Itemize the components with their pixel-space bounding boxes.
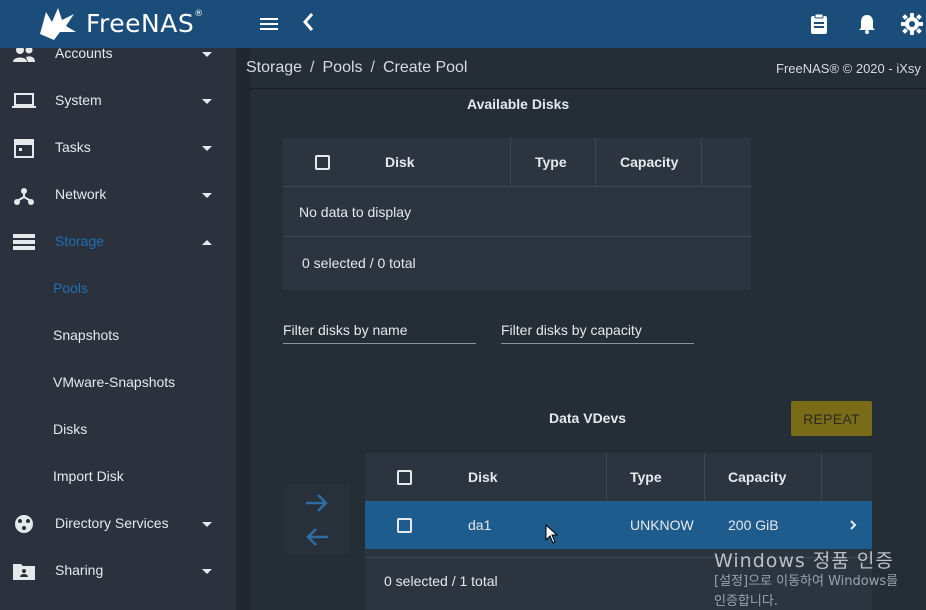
chevron-left-icon[interactable] (302, 12, 314, 38)
breadcrumb-storage[interactable]: Storage (246, 59, 302, 76)
row-divider (283, 186, 751, 187)
available-disks-table: Disk Type Capacity No data to display 0 … (283, 138, 751, 290)
mouse-cursor-icon (545, 524, 559, 544)
sidebar-item-label: Accounts (55, 48, 113, 61)
sidebar-item-label: Tasks (55, 139, 91, 155)
filter-disks-capacity-input[interactable]: Filter disks by capacity (501, 322, 642, 338)
chevron-down-icon (202, 193, 212, 198)
sidebar: Accounts System Tasks Network Storage Po… (0, 48, 236, 610)
sidebar-item-label: Network (55, 186, 107, 202)
copyright: FreeNAS® © 2020 - iXsy (776, 61, 921, 76)
freenas-logo[interactable]: FreeNAS® (36, 4, 204, 42)
sidebar-item-label: Storage (55, 233, 105, 249)
sidebar-subitem-disks[interactable]: Disks (53, 421, 87, 437)
column-header-capacity[interactable]: Capacity (620, 154, 678, 170)
column-divider (704, 453, 705, 501)
sidebar-item-sharing[interactable]: Sharing (0, 551, 236, 591)
laptop-icon (12, 93, 36, 108)
divider (250, 88, 926, 89)
capacity-cell: 200 GiB (728, 517, 779, 533)
chevron-down-icon (202, 146, 212, 151)
type-cell: UNKNOW (630, 517, 694, 533)
sidebar-item-label: Directory Services (55, 515, 169, 531)
breadcrumb: Storage / Pools / Create Pool (246, 59, 467, 77)
sidebar-item-storage[interactable]: Storage (0, 222, 236, 262)
sidebar-subitem-vmware-snapshots[interactable]: VMware-Snapshots (53, 374, 175, 390)
column-divider (606, 453, 607, 501)
column-divider (595, 138, 596, 186)
filter-disks-name-input[interactable]: Filter disks by name (283, 322, 407, 338)
storage-icon (13, 234, 35, 250)
calendar-icon (14, 139, 34, 158)
select-all-checkbox[interactable] (315, 155, 330, 170)
sidebar-item-tasks[interactable]: Tasks (0, 128, 236, 168)
breadcrumb-separator: / (370, 59, 375, 76)
row-divider (283, 236, 751, 237)
breadcrumb-pools[interactable]: Pools (323, 59, 363, 76)
chevron-down-icon (202, 569, 212, 574)
chevron-up-icon (202, 240, 212, 245)
hamburger-icon[interactable] (260, 15, 280, 33)
column-divider (701, 138, 702, 186)
sidebar-subitem-pools[interactable]: Pools (53, 280, 88, 296)
column-header-disk[interactable]: Disk (385, 154, 415, 170)
sidebar-item-network[interactable]: Network (0, 175, 236, 215)
freenas-logo-icon (40, 8, 76, 40)
sidebar-item-label: System (55, 92, 102, 108)
row-checkbox[interactable] (397, 518, 412, 533)
top-bar: FreeNAS® (0, 0, 926, 48)
selection-count: 0 selected / 1 total (384, 573, 498, 589)
sidebar-subitem-import-disk[interactable]: Import Disk (53, 468, 124, 484)
sidebar-item-label: Sharing (55, 562, 104, 578)
select-all-checkbox[interactable] (397, 470, 412, 485)
column-header-disk[interactable]: Disk (468, 469, 498, 485)
data-vdevs-title: Data VDevs (549, 410, 627, 426)
arrow-left-icon[interactable] (304, 526, 330, 548)
column-header-type[interactable]: Type (535, 154, 567, 170)
windows-activation-title: Windows 정품 인증 (714, 550, 894, 572)
logo-text: FreeNAS® (86, 8, 204, 38)
chevron-down-icon (202, 99, 212, 104)
bell-icon[interactable] (855, 12, 879, 36)
chevron-down-icon (202, 522, 212, 527)
disk-cell: da1 (468, 517, 492, 533)
chevron-right-icon[interactable] (849, 519, 857, 531)
column-header-type[interactable]: Type (630, 469, 662, 485)
people-icon (13, 48, 35, 62)
move-disks-controls (284, 484, 350, 554)
column-header-capacity[interactable]: Capacity (728, 469, 786, 485)
empty-message: No data to display (299, 204, 412, 220)
directory-icon (15, 515, 33, 533)
folder-share-icon (13, 564, 35, 580)
arrow-right-icon[interactable] (304, 492, 330, 514)
chevron-down-icon (202, 52, 212, 57)
sidebar-item-directory-services[interactable]: Directory Services (0, 504, 236, 544)
filter-underline (283, 343, 476, 344)
clipboard-icon[interactable] (807, 12, 831, 36)
windows-activation-text: [설정]으로 이동하여 Windows를 인증합니다. (714, 574, 899, 609)
repeat-button[interactable]: REPEAT (791, 401, 872, 436)
network-icon (14, 188, 34, 205)
column-divider (510, 138, 511, 186)
sidebar-subitem-snapshots[interactable]: Snapshots (53, 327, 119, 343)
breadcrumb-create-pool: Create Pool (382, 59, 468, 76)
sidebar-item-accounts[interactable]: Accounts (0, 48, 236, 74)
available-disks-title: Available Disks (467, 96, 570, 112)
sidebar-item-system[interactable]: System (0, 81, 236, 121)
column-divider (821, 453, 822, 501)
sidebar-divider (236, 48, 250, 610)
filter-underline (501, 343, 694, 344)
breadcrumb-separator: / (310, 59, 315, 76)
table-row[interactable]: da1 UNKNOW 200 GiB (365, 501, 872, 549)
selection-count: 0 selected / 0 total (302, 255, 416, 271)
gear-icon[interactable] (900, 12, 924, 36)
